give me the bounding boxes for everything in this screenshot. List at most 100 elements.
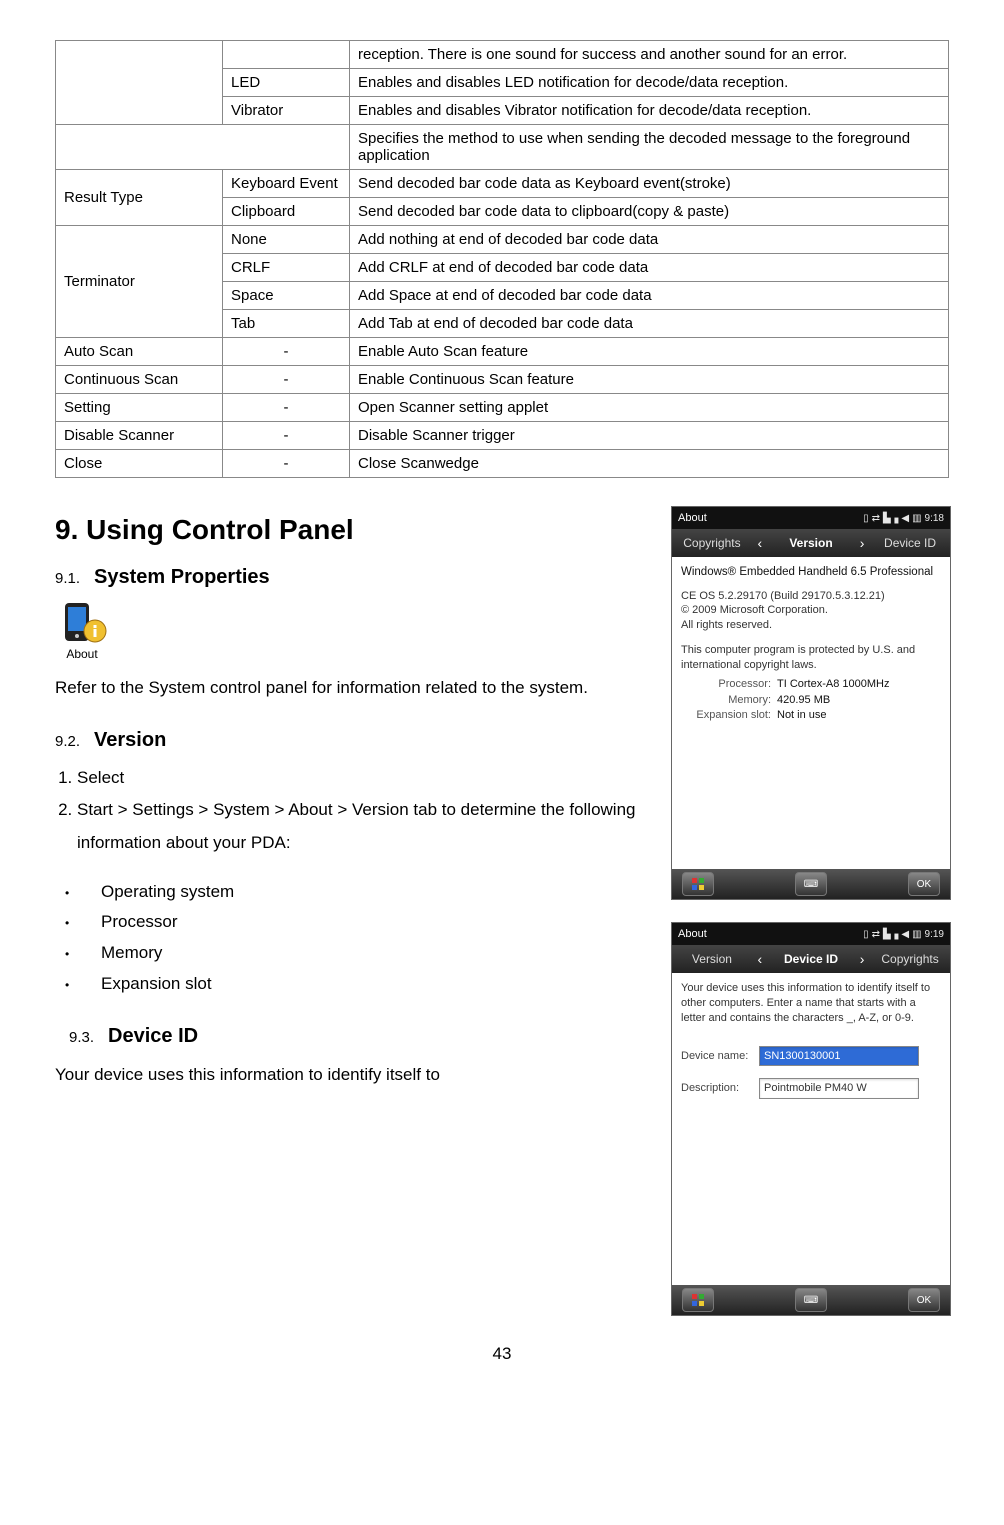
sync-icon: ⇄ bbox=[872, 513, 880, 524]
tab-device-id[interactable]: Device ID bbox=[870, 536, 950, 550]
cell: - bbox=[223, 450, 350, 478]
cell: - bbox=[223, 338, 350, 366]
titlebar: About ▯ ⇄ ▙▗ ◀ ▥ 9:19 bbox=[672, 923, 950, 945]
table-row: reception. There is one sound for succes… bbox=[56, 41, 949, 69]
cell: Tab bbox=[223, 310, 350, 338]
table-row: Auto Scan - Enable Auto Scan feature bbox=[56, 338, 949, 366]
window-title: About bbox=[678, 928, 707, 940]
keyboard-button[interactable]: ⌨ bbox=[795, 1288, 827, 1312]
device-id-body: Your device uses this information to ide… bbox=[55, 1058, 645, 1092]
tab-bar: Copyrights ‹ Version › Device ID bbox=[672, 529, 950, 557]
tab-version[interactable]: Version bbox=[672, 952, 752, 966]
cell: Add nothing at end of decoded bar code d… bbox=[350, 226, 949, 254]
cell: reception. There is one sound for succes… bbox=[350, 41, 949, 69]
heading-using-control-panel: 9. Using Control Panel bbox=[55, 514, 645, 546]
cell: Continuous Scan bbox=[56, 366, 223, 394]
clock: 9:19 bbox=[925, 929, 944, 940]
table-row: Close - Close Scanwedge bbox=[56, 450, 949, 478]
ok-button[interactable]: OK bbox=[908, 872, 940, 896]
antenna-icon: ▙▗ bbox=[883, 929, 898, 940]
cell: Space bbox=[223, 282, 350, 310]
cell: Add Tab at end of decoded bar code data bbox=[350, 310, 949, 338]
cell: - bbox=[223, 422, 350, 450]
about-icon-label: About bbox=[55, 647, 109, 661]
cell: Disable Scanner bbox=[56, 422, 223, 450]
cell: Send decoded bar code data to clipboard(… bbox=[350, 198, 949, 226]
start-button[interactable] bbox=[682, 872, 714, 896]
cell: Enable Auto Scan feature bbox=[350, 338, 949, 366]
spec-key: Memory: bbox=[681, 693, 777, 708]
table-row: Disable Scanner - Disable Scanner trigge… bbox=[56, 422, 949, 450]
table-row: Result Type Keyboard Event Send decoded … bbox=[56, 170, 949, 198]
list-item: Select bbox=[77, 762, 645, 794]
os-headline: Windows® Embedded Handheld 6.5 Professio… bbox=[681, 565, 941, 581]
description-row: Description: Pointmobile PM40 W bbox=[681, 1078, 941, 1099]
list-item: Start > Settings > System > About > Vers… bbox=[77, 794, 645, 859]
tab-version[interactable]: Version bbox=[768, 536, 854, 550]
about-icon: About bbox=[55, 599, 109, 661]
list-item: Operating system bbox=[65, 877, 645, 908]
volume-icon: ◀ bbox=[901, 513, 909, 524]
spec-value: 420.95 MB bbox=[777, 693, 830, 708]
antenna-icon: ▙▗ bbox=[883, 513, 898, 524]
list-item: Processor bbox=[65, 907, 645, 938]
device-name-row: Device name: SN1300130001 bbox=[681, 1046, 941, 1067]
volume-icon: ◀ bbox=[901, 929, 909, 940]
ok-button[interactable]: OK bbox=[908, 1288, 940, 1312]
cell: Clipboard bbox=[223, 198, 350, 226]
status-tray: ▯ ⇄ ▙▗ ◀ ▥ 9:18 bbox=[863, 513, 944, 524]
tab-copyrights[interactable]: Copyrights bbox=[672, 536, 752, 550]
window-title: About bbox=[678, 512, 707, 524]
start-button[interactable] bbox=[682, 1288, 714, 1312]
signal-icon: ▯ bbox=[863, 929, 869, 940]
battery-icon: ▥ bbox=[912, 929, 921, 940]
spec-value: TI Cortex-A8 1000MHz bbox=[777, 677, 889, 692]
spec-row: Memory: 420.95 MB bbox=[681, 693, 941, 708]
cell: Disable Scanner trigger bbox=[350, 422, 949, 450]
tab-device-id[interactable]: Device ID bbox=[768, 952, 854, 966]
cell: Vibrator bbox=[223, 97, 350, 125]
soft-bar: ⌨ OK bbox=[672, 869, 950, 899]
chevron-right-icon: › bbox=[854, 951, 870, 967]
spec-row: Processor: TI Cortex-A8 1000MHz bbox=[681, 677, 941, 692]
cell: Auto Scan bbox=[56, 338, 223, 366]
cell: Enables and disables Vibrator notificati… bbox=[350, 97, 949, 125]
section-title: Version bbox=[94, 729, 166, 751]
signal-icon: ▯ bbox=[863, 513, 869, 524]
cell: Add CRLF at end of decoded bar code data bbox=[350, 254, 949, 282]
chevron-left-icon: ‹ bbox=[752, 535, 768, 551]
battery-icon: ▥ bbox=[912, 513, 921, 524]
content-area: Your device uses this information to ide… bbox=[672, 973, 950, 1285]
section-number: 9.1. bbox=[55, 570, 80, 587]
table-row: Setting - Open Scanner setting applet bbox=[56, 394, 949, 422]
heading-system-properties: 9.1. System Properties bbox=[55, 566, 645, 589]
description-input[interactable]: Pointmobile PM40 W bbox=[759, 1078, 919, 1099]
cell: Send decoded bar code data as Keyboard e… bbox=[350, 170, 949, 198]
cell: Close Scanwedge bbox=[350, 450, 949, 478]
cell: Setting bbox=[56, 394, 223, 422]
device-name-input[interactable]: SN1300130001 bbox=[759, 1046, 919, 1067]
spec-row: Expansion slot: Not in use bbox=[681, 708, 941, 723]
status-tray: ▯ ⇄ ▙▗ ◀ ▥ 9:19 bbox=[863, 929, 944, 940]
copyright-note: This computer program is protected by U.… bbox=[681, 643, 941, 673]
cell: Terminator bbox=[56, 226, 223, 338]
table-row: Specifies the method to use when sending… bbox=[56, 125, 949, 170]
section-number: 9.3. bbox=[69, 1029, 94, 1046]
scanwedge-table: reception. There is one sound for succes… bbox=[55, 40, 949, 478]
keyboard-button[interactable]: ⌨ bbox=[795, 872, 827, 896]
screenshot-about-device-id: About ▯ ⇄ ▙▗ ◀ ▥ 9:19 Version ‹ Device I… bbox=[671, 922, 951, 1316]
cell: Close bbox=[56, 450, 223, 478]
table-row: Terminator None Add nothing at end of de… bbox=[56, 226, 949, 254]
cell: Enables and disables LED notification fo… bbox=[350, 69, 949, 97]
cell: - bbox=[223, 366, 350, 394]
tab-copyrights[interactable]: Copyrights bbox=[870, 952, 950, 966]
spec-key: Expansion slot: bbox=[681, 708, 777, 723]
list-item: Memory bbox=[65, 938, 645, 969]
cell: Open Scanner setting applet bbox=[350, 394, 949, 422]
cell: Add Space at end of decoded bar code dat… bbox=[350, 282, 949, 310]
section-title: System Properties bbox=[94, 566, 270, 588]
device-name-label: Device name: bbox=[681, 1049, 759, 1064]
os-line: © 2009 Microsoft Corporation. bbox=[681, 603, 941, 618]
titlebar: About ▯ ⇄ ▙▗ ◀ ▥ 9:18 bbox=[672, 507, 950, 529]
description-label: Description: bbox=[681, 1081, 759, 1096]
